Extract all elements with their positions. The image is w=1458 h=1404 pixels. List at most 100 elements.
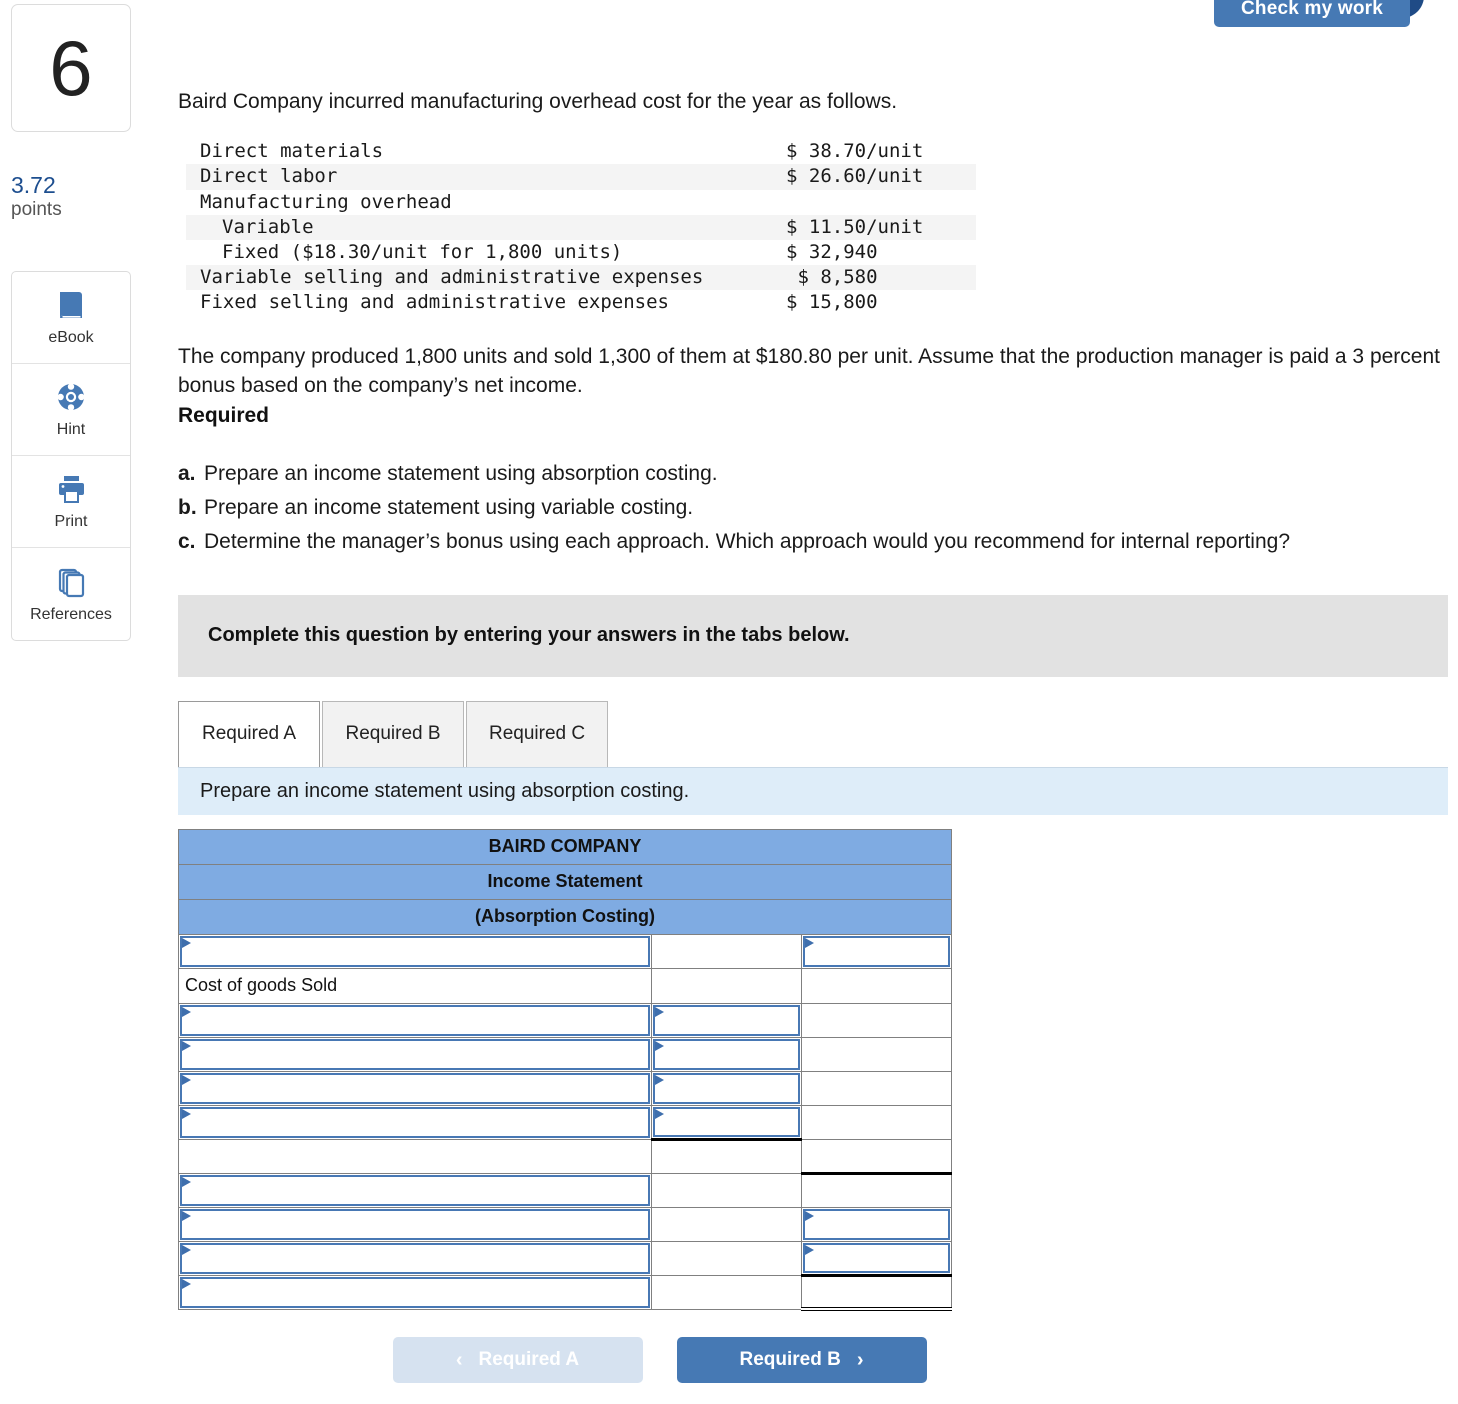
statement-cell-amount: [651, 967, 802, 1004]
fact-label: Fixed selling and administrative expense…: [200, 291, 669, 314]
statement-cell-label[interactable]: [178, 1172, 652, 1208]
statement-cell-label[interactable]: [178, 933, 652, 969]
amount-input[interactable]: [803, 1242, 951, 1273]
table-row: Variable $ 11.50/unit: [186, 214, 976, 240]
next-required-button[interactable]: Required B ›: [676, 1337, 927, 1384]
documents-icon: [54, 565, 88, 599]
account-input[interactable]: [180, 1106, 650, 1138]
amount-input[interactable]: [803, 935, 951, 967]
cost-facts-table: Direct materials $ 38.70/unit Direct lab…: [186, 139, 976, 315]
question-intro: Baird Company incurred manufacturing ove…: [178, 90, 898, 113]
list-item: a. Prepare an income statement using abs…: [178, 457, 1448, 491]
requirements-list: a. Prepare an income statement using abs…: [178, 457, 1448, 559]
fact-amount: $ 15,800: [786, 291, 878, 314]
requirement-text: Prepare an income statement using absorp…: [204, 461, 718, 485]
statement-cell-label[interactable]: [178, 1274, 652, 1310]
statement-cell-total[interactable]: [800, 1206, 953, 1242]
chevron-right-icon: ›: [856, 1348, 864, 1371]
complete-question-text: Complete this question by entering your …: [208, 624, 850, 647]
statement-cell-label[interactable]: [178, 1002, 652, 1038]
table-row: (Absorption Costing): [177, 898, 953, 935]
sidebar-item-print[interactable]: Print: [12, 456, 130, 548]
requirement-text: Determine the manager’s bonus using each…: [204, 529, 1291, 553]
table-row: [178, 1036, 953, 1072]
printer-icon: [54, 472, 88, 506]
account-input[interactable]: [180, 1276, 650, 1308]
question-number-box: 6: [11, 4, 131, 132]
fact-amount: $ 11.50/unit: [786, 215, 924, 238]
amount-input[interactable]: [653, 1004, 800, 1036]
amount-input[interactable]: [653, 1038, 800, 1070]
requirement-letter: a.: [178, 461, 196, 485]
statement-cell-total: [800, 1274, 953, 1312]
sidebar-item-label: Print: [54, 513, 88, 530]
tab-required-c[interactable]: Required C: [466, 700, 609, 767]
sidebar-item-references[interactable]: References: [12, 548, 130, 640]
fact-label: Manufacturing overhead: [200, 190, 452, 213]
statement-cell-total: [800, 1172, 953, 1208]
statement-cell-amount[interactable]: [651, 1002, 802, 1038]
account-input[interactable]: [180, 1004, 650, 1036]
sidebar-item-ebook[interactable]: eBook: [12, 272, 130, 364]
chevron-left-icon: ‹: [455, 1348, 463, 1371]
table-row: Direct materials $ 38.70/unit: [186, 139, 976, 164]
statement-cell-amount: [651, 1138, 802, 1174]
ebook-icon: [54, 288, 88, 322]
statement-cell-amount[interactable]: [651, 1036, 802, 1072]
sidebar-item-label: References: [30, 605, 112, 623]
statement-cell-amount: [651, 1206, 802, 1242]
account-input[interactable]: [180, 1174, 650, 1206]
statement-cell-total: [800, 1104, 953, 1140]
account-input[interactable]: [180, 1072, 650, 1104]
statement-cell-label[interactable]: [178, 1104, 652, 1140]
statement-cell-total[interactable]: [800, 1240, 953, 1277]
tab-required-a[interactable]: Required A: [178, 700, 320, 767]
prev-required-button[interactable]: ‹ Required A: [392, 1337, 643, 1384]
sidebar-item-label: Hint: [56, 421, 86, 438]
amount-input[interactable]: [653, 1072, 800, 1104]
points-label: points: [11, 199, 62, 221]
statement-cell-label[interactable]: [178, 1240, 652, 1276]
table-row: Income Statement: [177, 863, 953, 900]
account-input[interactable]: [180, 1242, 650, 1274]
statement-cell-amount[interactable]: [651, 1070, 802, 1106]
table-row: [178, 1274, 953, 1312]
fact-label: Direct labor: [200, 165, 338, 188]
account-input[interactable]: [180, 1038, 650, 1070]
fact-label: Direct materials: [200, 140, 384, 163]
account-input[interactable]: [180, 1208, 650, 1240]
table-row: Direct labor $ 26.60/unit: [186, 164, 976, 190]
statement-cell-label[interactable]: [178, 1036, 652, 1072]
account-input[interactable]: [180, 935, 650, 967]
statement-cell-label[interactable]: [178, 1206, 652, 1242]
sidebar-item-hint[interactable]: Hint: [12, 364, 130, 456]
table-row: Variable selling and administrative expe…: [186, 265, 976, 291]
table-row: BAIRD COMPANY: [177, 828, 953, 865]
statement-cell-label: [178, 1138, 652, 1174]
statement-title-company: BAIRD COMPANY: [177, 828, 953, 865]
question-sidebar: 6 3.72 points eBook Hint Print Reference…: [0, 0, 150, 1404]
list-item: c. Determine the manager’s bonus using e…: [178, 525, 1448, 559]
tab-description: Prepare an income statement using absorp…: [178, 766, 1448, 815]
tab-required-b[interactable]: Required B: [322, 700, 464, 767]
table-row: Fixed selling and administrative expense…: [186, 290, 976, 315]
statement-cell-amount: [651, 933, 802, 969]
next-required-label: Required B: [739, 1349, 841, 1371]
amount-input[interactable]: [653, 1106, 800, 1137]
statement-title-method: (Absorption Costing): [177, 898, 953, 935]
income-statement-table: BAIRD COMPANY Income Statement (Absorpti…: [177, 828, 953, 1312]
statement-title-type: Income Statement: [177, 863, 953, 900]
statement-cell-label[interactable]: [178, 1070, 652, 1106]
table-row: [178, 933, 953, 969]
points-block: 3.72 points: [11, 172, 141, 222]
fact-amount: $ 32,940: [786, 240, 878, 263]
statement-cell-amount[interactable]: [651, 1104, 802, 1141]
table-row: [178, 1206, 953, 1242]
statement-cell-total: [800, 1138, 953, 1175]
complete-question-banner: Complete this question by entering your …: [178, 594, 1448, 677]
cost-of-goods-sold-label: Cost of goods Sold: [185, 975, 338, 996]
table-row: [178, 1104, 953, 1141]
table-row: [178, 1070, 953, 1106]
amount-input[interactable]: [803, 1208, 951, 1240]
statement-cell-total[interactable]: [800, 933, 953, 969]
